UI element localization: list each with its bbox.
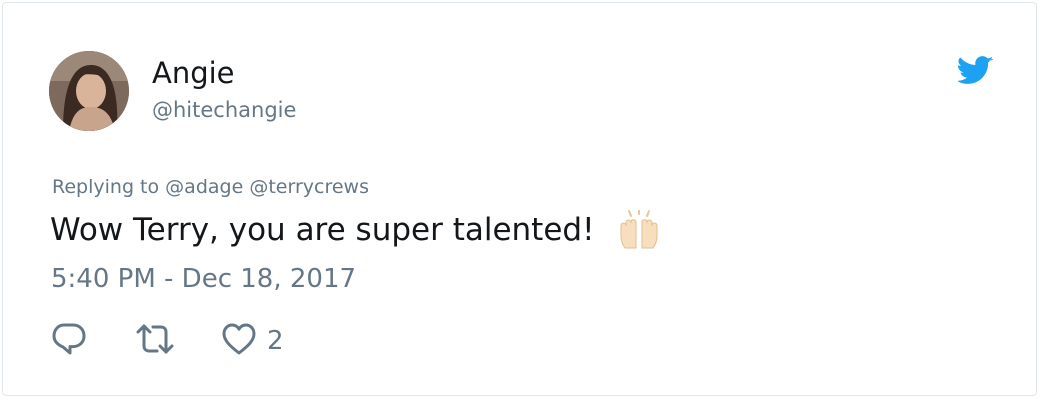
retweet-icon[interactable] bbox=[135, 322, 175, 360]
author-display-name[interactable]: Angie bbox=[152, 56, 235, 90]
mention-terrycrews[interactable]: @terrycrews bbox=[249, 176, 369, 198]
like-button[interactable]: 2 bbox=[221, 322, 284, 360]
like-count: 2 bbox=[267, 326, 284, 356]
avatar[interactable] bbox=[49, 51, 129, 131]
heart-icon[interactable] bbox=[221, 322, 257, 360]
raising-hands-emoji-icon bbox=[617, 209, 661, 250]
reply-button[interactable] bbox=[51, 322, 87, 360]
mention-adage[interactable]: @adage bbox=[165, 176, 243, 198]
reply-icon[interactable] bbox=[51, 322, 87, 360]
retweet-button[interactable] bbox=[135, 322, 175, 360]
author-handle[interactable]: @hitechangie bbox=[152, 97, 296, 123]
tweet-timestamp[interactable]: 5:40 PM - Dec 18, 2017 bbox=[51, 263, 356, 295]
replying-to: Replying to @adage @terrycrews bbox=[52, 175, 369, 199]
tweet-text: Wow Terry, you are super talented! bbox=[50, 212, 595, 248]
tweet-actions: 2 bbox=[51, 321, 284, 361]
tweet-card[interactable]: Angie @hitechangie Replying to @adage @t… bbox=[2, 2, 1037, 396]
tweet-body: Wow Terry, you are super talented! bbox=[50, 209, 661, 251]
twitter-bird-icon[interactable] bbox=[956, 55, 994, 87]
replying-to-label: Replying to bbox=[52, 176, 160, 198]
